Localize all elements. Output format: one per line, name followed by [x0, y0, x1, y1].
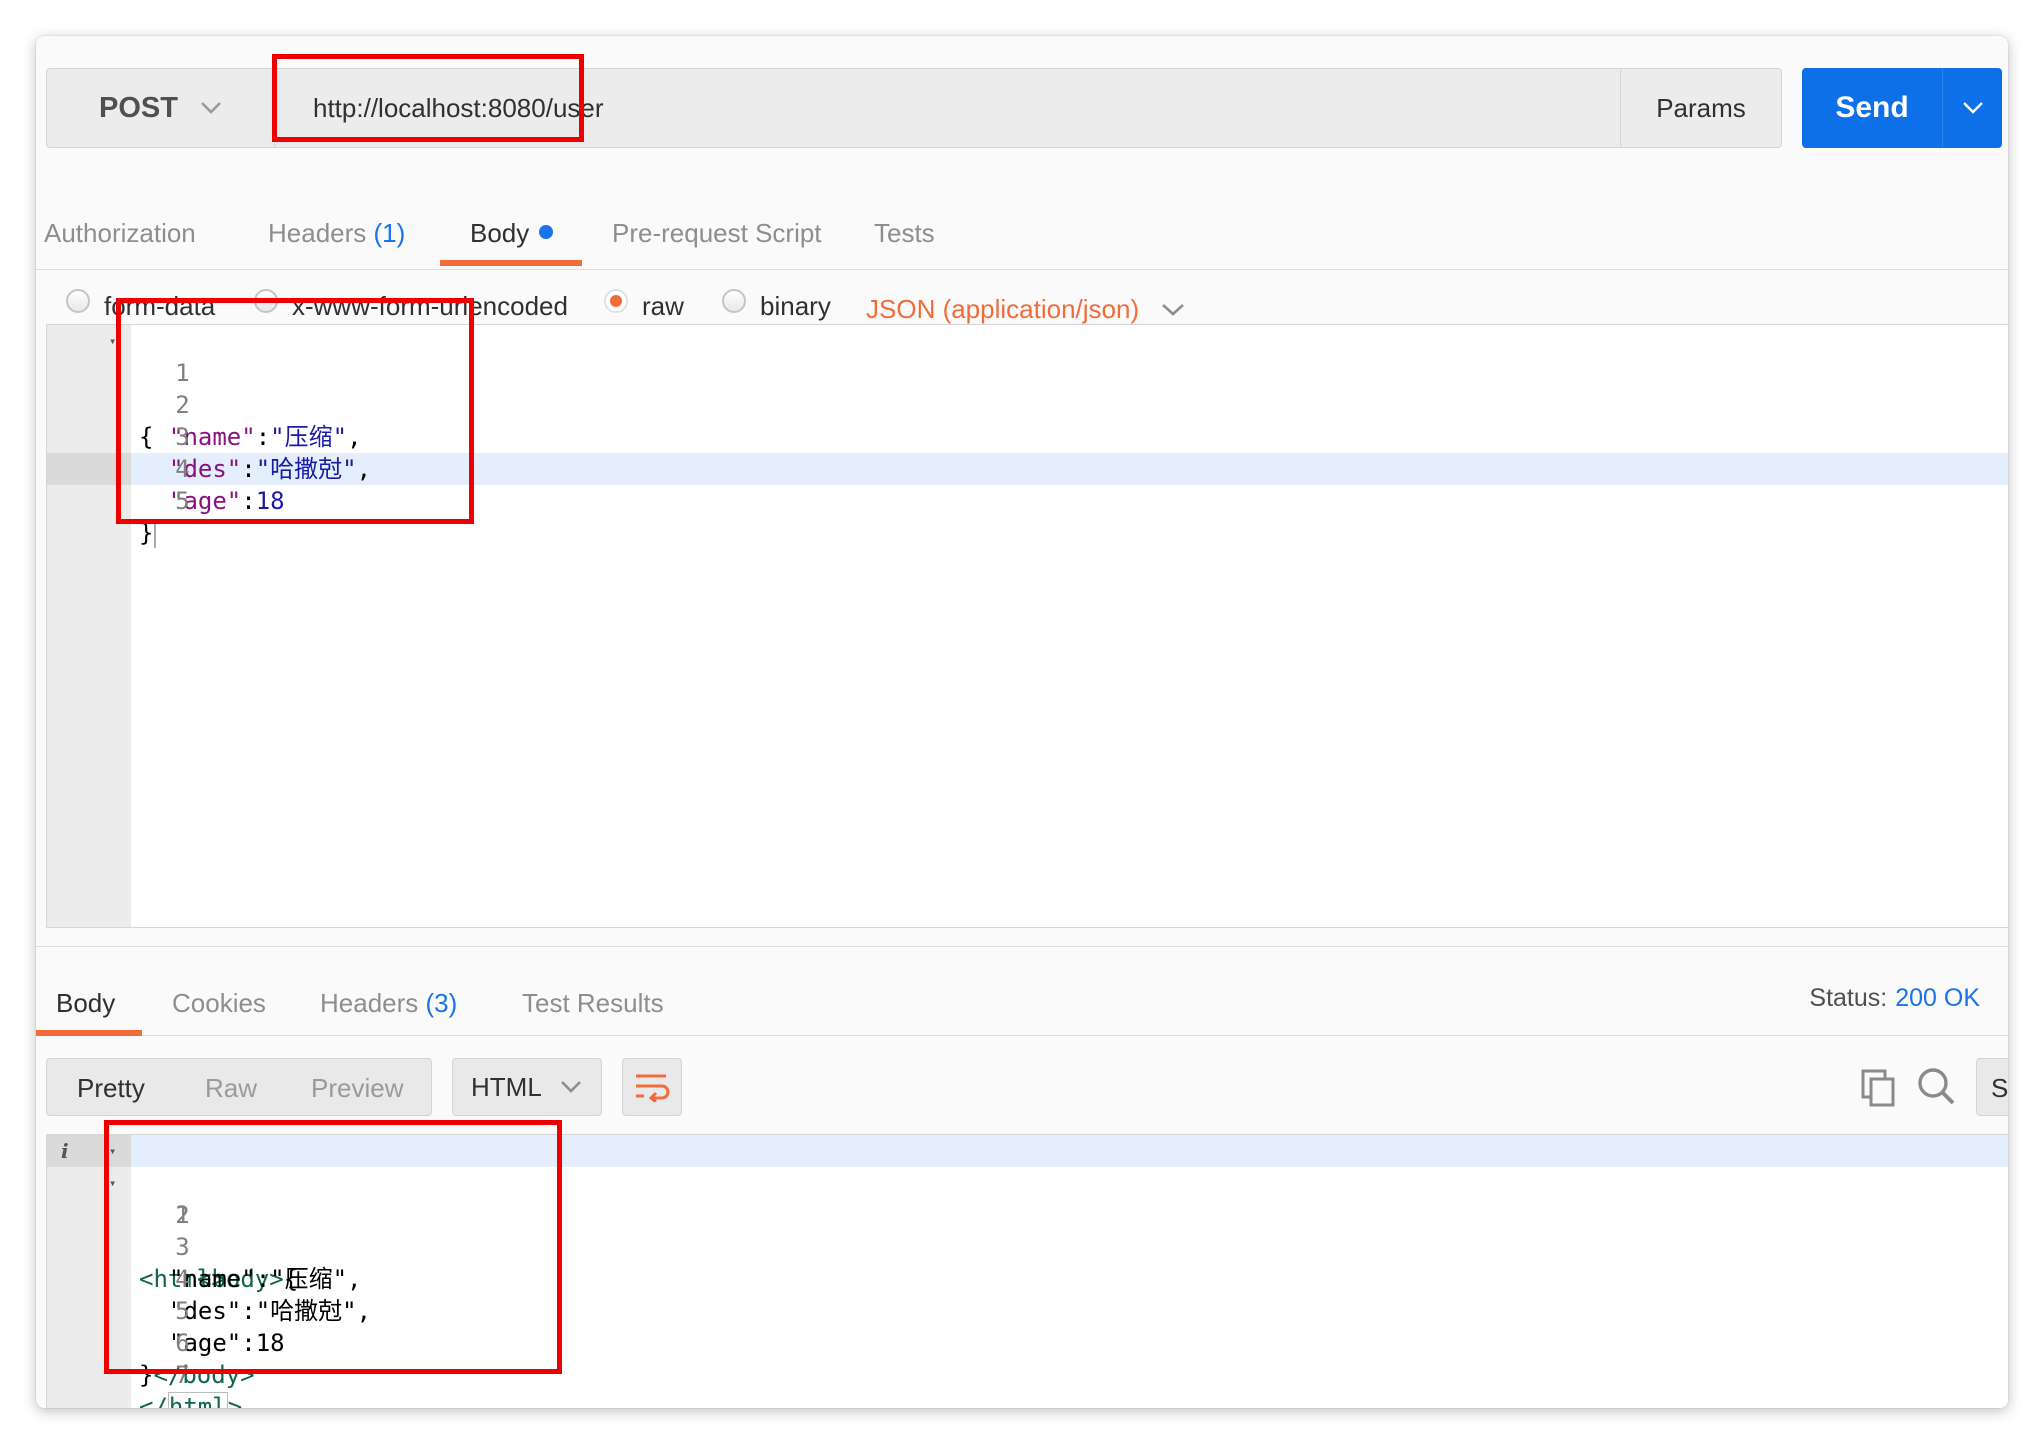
section-divider	[36, 946, 2008, 947]
modified-dot-icon	[539, 225, 554, 239]
save-response-button[interactable]: S	[1976, 1058, 2008, 1116]
radio-label: binary	[760, 291, 831, 321]
params-button[interactable]: Params	[1620, 68, 1782, 148]
params-label: Params	[1656, 92, 1746, 123]
save-response-label: S	[1991, 1073, 2008, 1103]
content-type-label: JSON (application/json)	[866, 294, 1140, 324]
method-label: POST	[99, 91, 178, 124]
chevron-down-icon	[1162, 303, 1184, 316]
tab-pre-request-script[interactable]: Pre-request Script	[612, 218, 822, 249]
text-cursor	[154, 520, 157, 548]
tab-authorization[interactable]: Authorization	[44, 218, 196, 249]
postman-window: POST http://localhost:8080/user Params S…	[36, 36, 2008, 1408]
response-tab-test-results[interactable]: Test Results	[522, 988, 664, 1019]
view-pretty-button[interactable]: Pretty	[77, 1073, 145, 1104]
copy-button[interactable]	[1858, 1068, 1898, 1108]
send-options-button[interactable]	[1942, 68, 2002, 148]
chevron-down-icon	[201, 102, 221, 114]
view-mode-group: Pretty Raw Preview	[46, 1058, 432, 1116]
response-tabs: Body Cookies Headers (3) Test Results St…	[36, 984, 2008, 1036]
search-button[interactable]	[1916, 1066, 1956, 1106]
radio-button[interactable]	[722, 288, 746, 313]
send-button[interactable]: Send	[1802, 68, 1942, 148]
radio-label: raw	[642, 291, 684, 321]
response-tab-headers-count: (3)	[425, 988, 458, 1018]
format-dropdown[interactable]: HTML	[452, 1058, 602, 1116]
radio-button[interactable]	[66, 288, 90, 313]
copy-icon	[1861, 1069, 1895, 1107]
tab-tests[interactable]: Tests	[874, 218, 935, 249]
format-label: HTML	[471, 1071, 542, 1102]
response-status: Status: 200 OK	[1809, 984, 1980, 1013]
tab-body[interactable]: Body	[470, 218, 554, 249]
annotation-box-response-body	[104, 1120, 562, 1374]
response-tab-body[interactable]: Body	[56, 988, 115, 1019]
request-tabs: Authorization Headers (1) Body Pre-reque…	[36, 168, 2008, 270]
wrap-text-icon	[636, 1074, 670, 1102]
code-text: </html>	[139, 1391, 242, 1408]
view-raw-button[interactable]: Raw	[205, 1073, 257, 1104]
radio-raw[interactable]: raw	[604, 288, 684, 322]
response-tab-headers-label: Headers	[320, 988, 419, 1018]
tab-body-label: Body	[470, 218, 530, 248]
radio-binary[interactable]: binary	[722, 288, 831, 322]
search-icon	[1918, 1068, 1955, 1105]
info-icon[interactable]: i	[61, 1135, 69, 1167]
tab-headers-count: (1)	[373, 218, 406, 248]
status-code[interactable]: 200 OK	[1895, 984, 1980, 1012]
response-tab-cookies[interactable]: Cookies	[172, 988, 266, 1019]
chevron-down-icon	[1962, 102, 1983, 114]
wrap-text-button[interactable]	[622, 1058, 682, 1116]
active-tab-indicator	[36, 1030, 142, 1036]
annotation-box-url	[272, 54, 584, 142]
response-tab-headers[interactable]: Headers (3)	[320, 988, 457, 1019]
status-label: Status:	[1809, 984, 1888, 1012]
content-type-dropdown[interactable]: JSON (application/json)	[866, 294, 1185, 325]
tab-headers-label: Headers	[268, 218, 367, 248]
radio-button-selected[interactable]	[604, 288, 628, 313]
send-label: Send	[1835, 91, 1909, 124]
view-preview-button[interactable]: Preview	[311, 1073, 403, 1104]
chevron-down-icon	[560, 1081, 581, 1093]
send-button-group: Send	[1802, 68, 2002, 148]
tab-headers[interactable]: Headers (1)	[268, 218, 405, 249]
annotation-box-request-body	[116, 298, 474, 524]
method-dropdown[interactable]: POST	[46, 68, 274, 148]
active-tab-indicator	[440, 260, 582, 266]
